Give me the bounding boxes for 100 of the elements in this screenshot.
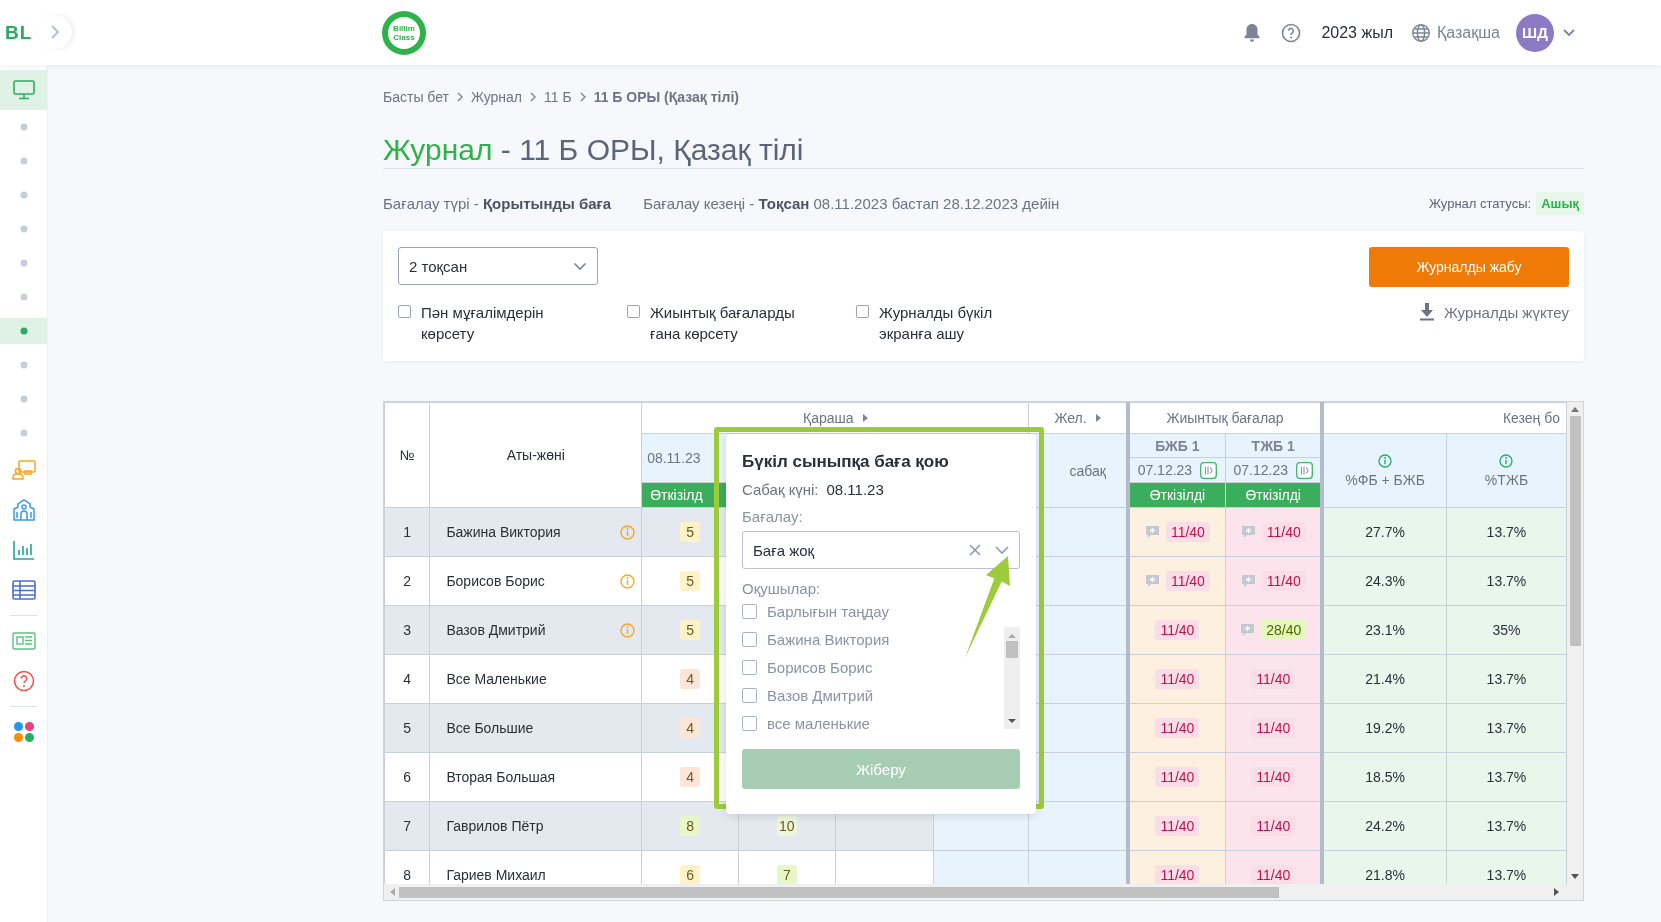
student-checkbox[interactable]: Вазов Дмитрий <box>742 681 874 709</box>
year-label[interactable]: 2023 жыл <box>1321 23 1393 42</box>
score-badge[interactable]: 11/40 <box>1251 669 1296 689</box>
app-logo[interactable]: BL <box>5 21 33 44</box>
student-name[interactable]: Бажина Виктория <box>446 524 561 540</box>
students-label: Оқушылар: <box>742 580 822 597</box>
student-checkbox[interactable]: Бажина Виктория <box>742 625 890 653</box>
checkbox[interactable] <box>627 305 640 318</box>
comment-plus-icon[interactable] <box>1240 525 1256 539</box>
table-cell: 13.7% <box>1446 507 1567 557</box>
score-badge[interactable]: 11/40 <box>1261 571 1306 591</box>
lesson-date[interactable]: 08.11.23 <box>647 450 701 466</box>
score-badge[interactable]: 11/40 <box>1155 865 1200 884</box>
scroll-thumb[interactable] <box>399 886 1279 898</box>
columns-icon[interactable] <box>1200 461 1218 479</box>
info-icon[interactable] <box>620 622 636 638</box>
breadcrumb-link[interactable]: Басты бет <box>383 89 449 105</box>
grade-badge[interactable]: 10 <box>776 816 797 836</box>
student-name[interactable]: Все Большие <box>446 720 534 736</box>
close-journal-button[interactable]: Журналды жабу <box>1369 247 1569 287</box>
breadcrumb-link[interactable]: Журнал <box>470 89 523 105</box>
checkbox[interactable] <box>398 305 411 318</box>
student-name[interactable]: Борисов Борис <box>446 573 545 589</box>
breadcrumb-link[interactable]: 11 Б <box>544 89 572 105</box>
grade-badge[interactable]: 7 <box>776 865 797 884</box>
scroll-thumb[interactable] <box>1569 416 1581 646</box>
checkbox[interactable] <box>742 715 757 731</box>
score-badge[interactable]: 11/40 <box>1155 816 1200 836</box>
student-name[interactable]: Гаврилов Пётр <box>446 818 544 834</box>
filter-checkbox[interactable]: Жиынтық бағаларды ғана көрсету <box>627 302 856 344</box>
score-badge[interactable]: 11/40 <box>1155 669 1200 689</box>
info-icon[interactable] <box>620 573 636 589</box>
help-icon[interactable] <box>1281 22 1302 43</box>
sidebar-item[interactable] <box>0 318 47 344</box>
score-badge[interactable]: 11/40 <box>1251 816 1296 836</box>
score-badge[interactable]: 11/40 <box>1251 865 1296 884</box>
score-badge[interactable]: 11/40 <box>1261 522 1306 542</box>
score-badge[interactable]: 11/40 <box>1165 522 1210 542</box>
group-header: Кезең бо <box>1322 402 1567 434</box>
score-badge[interactable]: 11/40 <box>1251 718 1296 738</box>
score-badge[interactable]: 11/40 <box>1165 571 1210 591</box>
checkbox[interactable] <box>742 659 757 675</box>
grade-badge[interactable]: 8 <box>680 816 701 836</box>
expand-sidebar-button[interactable] <box>38 15 72 49</box>
scroll-right-icon[interactable] <box>1554 888 1560 896</box>
info-icon[interactable] <box>1499 453 1514 468</box>
user-avatar[interactable]: ШД <box>1516 13 1554 52</box>
checkbox[interactable] <box>742 631 757 647</box>
scroll-down-icon[interactable] <box>1008 719 1016 724</box>
filter-checkbox[interactable]: Журналды бүкіл экранға ашу <box>856 302 1085 344</box>
student-checkbox[interactable]: Борисов Борис <box>742 653 873 681</box>
select-all-checkbox[interactable]: Барлығын таңдау <box>742 597 889 625</box>
comment-plus-icon[interactable] <box>1144 574 1160 588</box>
comment-plus-icon[interactable] <box>1240 623 1256 637</box>
bell-icon[interactable] <box>1243 22 1262 43</box>
comment-plus-icon[interactable] <box>1240 574 1256 588</box>
score-badge[interactable]: 11/40 <box>1251 767 1296 787</box>
grade-badge[interactable]: 5 <box>680 571 701 591</box>
horizontal-scrollbar[interactable] <box>384 884 1583 900</box>
comment-plus-icon[interactable] <box>1144 525 1160 539</box>
breadcrumb-link[interactable]: 11 Б ОРЫ (Қазақ тілі) <box>593 89 739 105</box>
assessment-date: 07.12.23 <box>1233 462 1288 478</box>
scroll-up-icon[interactable] <box>1008 633 1016 638</box>
vertical-scrollbar[interactable] <box>1567 402 1583 884</box>
scroll-up-icon[interactable] <box>1571 406 1579 412</box>
checkbox[interactable] <box>856 305 869 318</box>
info-icon[interactable] <box>1378 453 1393 468</box>
grade-badge[interactable]: 4 <box>680 718 701 738</box>
grade-badge[interactable]: 6 <box>680 865 701 884</box>
student-name[interactable]: Все Маленькие <box>446 671 547 687</box>
download-link[interactable]: Журналды жүктеу <box>1418 303 1569 321</box>
grade-badge[interactable]: 4 <box>680 767 701 787</box>
score-badge[interactable]: 11/40 <box>1155 620 1200 640</box>
student-checkbox[interactable]: все маленькие <box>742 709 870 737</box>
chevron-down-icon[interactable] <box>1562 27 1576 38</box>
grade-badge[interactable]: 4 <box>680 669 701 689</box>
month-header[interactable]: Қараша <box>803 410 868 426</box>
filter-checkbox[interactable]: Пән мұғалімдерін көрсету <box>398 302 627 344</box>
checkbox[interactable] <box>742 687 757 703</box>
score-badge[interactable]: 11/40 <box>1155 767 1200 787</box>
scroll-thumb[interactable] <box>1006 641 1018 658</box>
score-badge[interactable]: 28/40 <box>1261 620 1307 640</box>
sidebar-item[interactable] <box>0 70 47 110</box>
info-icon[interactable] <box>620 524 636 540</box>
columns-icon[interactable] <box>1295 461 1313 479</box>
student-name[interactable]: Вазов Дмитрий <box>446 622 546 638</box>
language-selector[interactable]: Қазақша <box>1411 22 1500 43</box>
grade-badge[interactable]: 5 <box>680 522 701 542</box>
student-name[interactable]: Вторая Большая <box>446 769 556 785</box>
chevron-down-icon[interactable] <box>995 545 1009 555</box>
list-scrollbar[interactable] <box>1004 627 1020 729</box>
clear-icon[interactable] <box>969 544 981 556</box>
checkbox[interactable] <box>742 603 757 619</box>
brand-logo[interactable]: Billim Class <box>382 10 426 55</box>
grade-select[interactable]: Баға жоқ <box>742 531 1020 569</box>
score-badge[interactable]: 11/40 <box>1155 718 1200 738</box>
scroll-left-icon[interactable] <box>389 888 395 896</box>
period-select[interactable]: 2 тоқсан <box>398 247 598 285</box>
grade-badge[interactable]: 5 <box>680 620 701 640</box>
scroll-down-icon[interactable] <box>1571 874 1579 880</box>
